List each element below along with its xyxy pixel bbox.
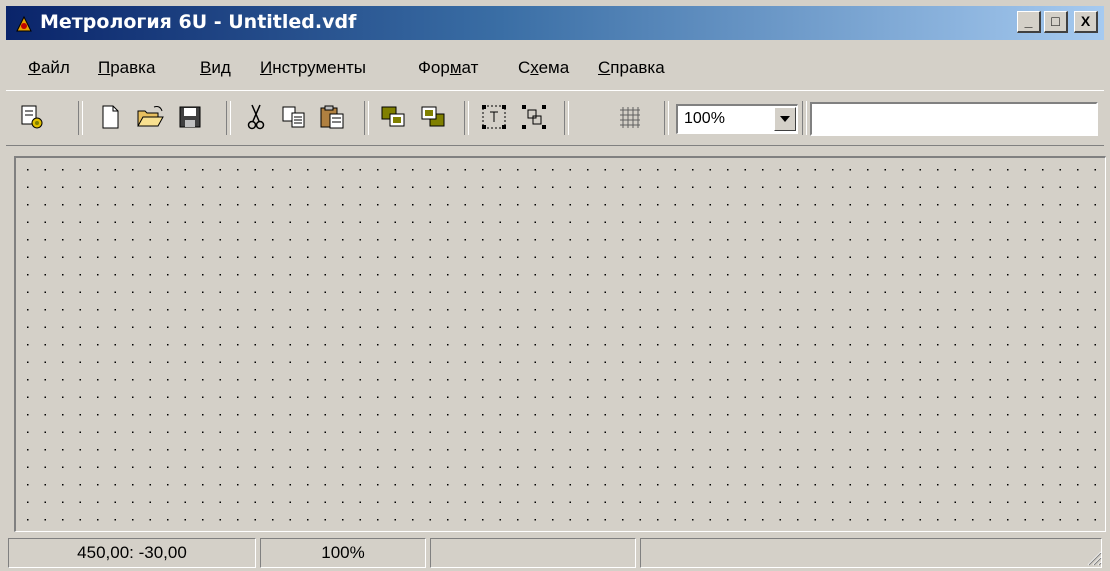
maximize-button[interactable]: □ — [1044, 11, 1068, 33]
menu-edit[interactable]: Правка — [98, 58, 155, 78]
close-icon: X — [1080, 13, 1091, 29]
properties-icon[interactable] — [16, 101, 48, 133]
status-bar: 450,00: -30,00 100% — [6, 536, 1104, 568]
resize-grip-icon[interactable] — [1084, 548, 1102, 566]
new-icon[interactable] — [94, 101, 126, 133]
status-coordinates: 450,00: -30,00 — [8, 538, 256, 568]
chevron-down-icon[interactable] — [774, 107, 796, 131]
menu-help[interactable]: Справка — [598, 58, 665, 78]
toolbar-separator — [564, 101, 569, 135]
open-icon[interactable] — [134, 101, 166, 133]
ungroup-icon[interactable] — [518, 101, 550, 133]
status-panel-3 — [430, 538, 636, 568]
status-panel-4 — [640, 538, 1102, 568]
window-title: Метрология 6U - Untitled.vdf — [40, 11, 357, 33]
send-back-icon[interactable] — [418, 101, 450, 133]
toolbar-separator — [664, 101, 669, 135]
close-button[interactable]: X — [1074, 11, 1098, 33]
zoom-select-value: 100% — [684, 110, 725, 127]
zoom-select[interactable]: 100% — [676, 104, 798, 134]
drawing-canvas[interactable] — [14, 156, 1106, 532]
menu-view[interactable]: Вид — [200, 58, 231, 78]
toolbar-separator — [464, 101, 469, 135]
bring-front-icon[interactable] — [378, 101, 410, 133]
minimize-button[interactable]: _ — [1017, 11, 1041, 33]
menu-file[interactable]: Файл — [28, 58, 70, 78]
app-icon[interactable] — [14, 14, 34, 34]
menu-tools[interactable]: Инструменты — [260, 58, 366, 78]
toolbar-separator — [802, 101, 807, 135]
app-window: Метрология 6U - Untitled.vdf _ □ X Файл … — [0, 0, 1110, 571]
menu-scheme[interactable]: Схема — [518, 58, 569, 78]
toolbar-separator — [226, 101, 231, 135]
copy-icon[interactable] — [278, 101, 310, 133]
menu-format[interactable]: Формат — [418, 58, 478, 78]
grid-icon[interactable] — [614, 101, 646, 133]
maximize-icon: □ — [1051, 13, 1060, 29]
cut-icon[interactable] — [240, 101, 272, 133]
paste-icon[interactable] — [316, 101, 348, 133]
toolbar-separator — [364, 101, 369, 135]
status-zoom: 100% — [260, 538, 426, 568]
title-bar[interactable]: Метрология 6U - Untitled.vdf _ □ X — [6, 6, 1104, 40]
toolbar-separator — [78, 101, 83, 135]
minimize-icon: _ — [1024, 13, 1033, 29]
toolbar-text-field[interactable] — [810, 102, 1098, 136]
group-icon[interactable] — [478, 101, 510, 133]
toolbar: 100% — [6, 90, 1104, 146]
save-icon[interactable] — [174, 101, 206, 133]
